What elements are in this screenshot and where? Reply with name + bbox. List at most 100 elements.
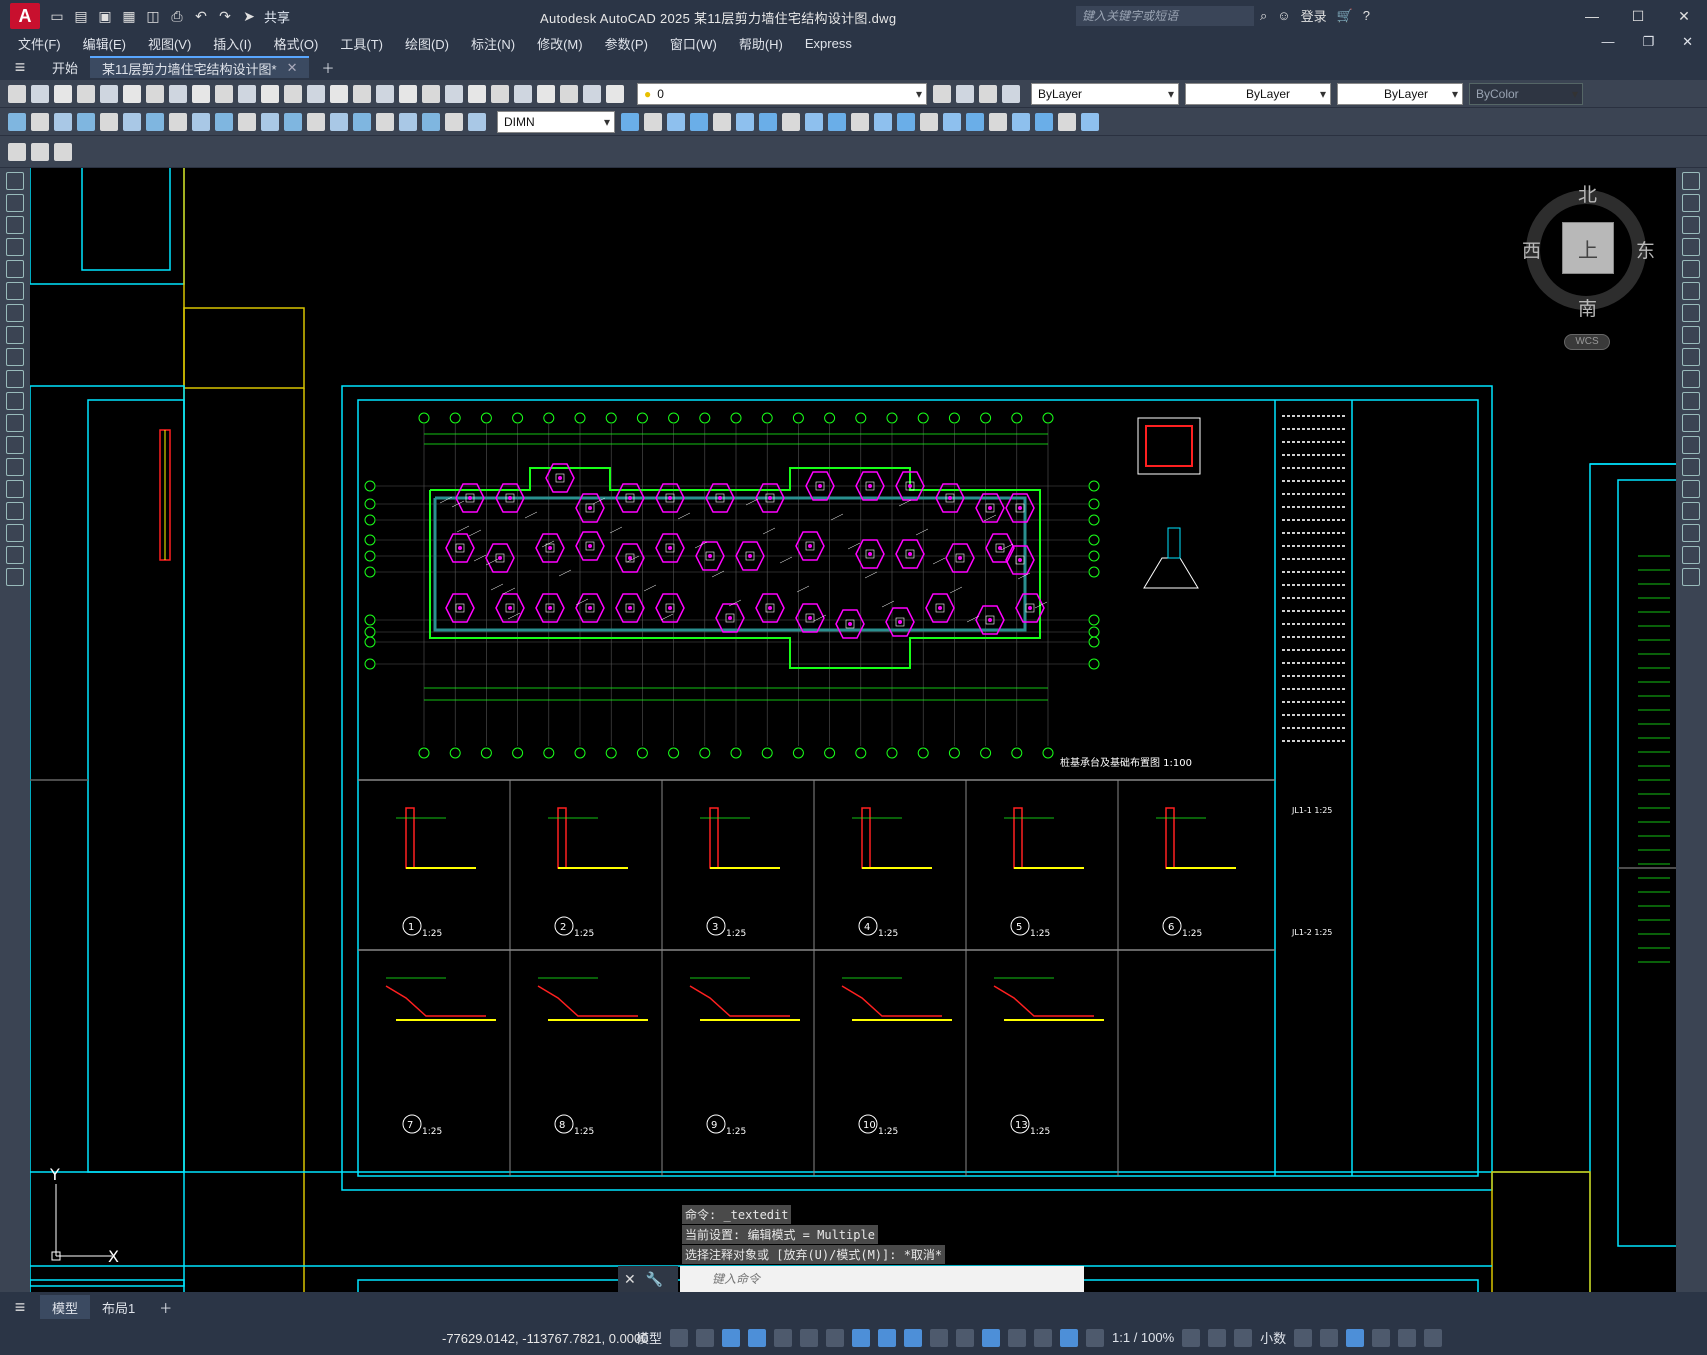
menu-hamburger-icon[interactable]: ≡ — [0, 57, 40, 78]
toolbar-tool-icon[interactable] — [1081, 112, 1099, 131]
toolbar-tool-icon[interactable] — [874, 112, 892, 131]
open-file-icon[interactable]: ▤ — [72, 7, 90, 25]
modify-tool-icon[interactable] — [1682, 458, 1700, 476]
toolbar-tool-icon[interactable] — [782, 112, 800, 131]
draw-tool-icon[interactable] — [6, 304, 24, 322]
toolbar-tool-icon[interactable] — [376, 84, 394, 103]
customize-icon[interactable]: 🔧 — [646, 1271, 663, 1288]
viewcube-north[interactable]: 北 — [1578, 180, 1597, 207]
modify-tool-icon[interactable] — [1682, 238, 1700, 256]
toolbar-tool-icon[interactable] — [920, 112, 938, 131]
viewcube-east[interactable]: 东 — [1636, 236, 1655, 263]
doc-close-icon[interactable]: ✕ — [1682, 34, 1693, 50]
annotation-visibility-icon[interactable] — [1060, 1328, 1079, 1347]
toolbar-tool-icon[interactable] — [897, 112, 915, 131]
coordinate-readout[interactable]: -77629.0142, -113767.7821, 0.0000 — [442, 1331, 649, 1346]
toolbar-tool-icon[interactable] — [353, 84, 371, 103]
color-dropdown[interactable]: ByLayer — [1031, 82, 1179, 105]
modify-tool-icon[interactable] — [1682, 348, 1700, 366]
toolbar-tool-icon[interactable] — [583, 84, 601, 103]
field-icon[interactable] — [54, 142, 72, 161]
isodraft-icon[interactable] — [800, 1328, 819, 1347]
attribute-icon[interactable] — [31, 142, 49, 161]
draw-tool-icon[interactable] — [6, 414, 24, 432]
modify-tool-icon[interactable] — [1682, 436, 1700, 454]
modify-tool-icon[interactable] — [1682, 282, 1700, 300]
isolate-objects-icon[interactable] — [1346, 1328, 1365, 1347]
redo-icon[interactable]: ↷ — [216, 7, 234, 25]
toolbar-tool-icon[interactable] — [933, 84, 951, 103]
modify-tool-icon[interactable] — [1682, 524, 1700, 542]
toolbar-tool-icon[interactable] — [399, 84, 417, 103]
toolbar-tool-icon[interactable] — [261, 84, 279, 103]
close-command-icon[interactable]: ✕ — [624, 1271, 636, 1288]
toolbar-tool-icon[interactable] — [330, 84, 348, 103]
toolbar-tool-icon[interactable] — [468, 112, 486, 131]
menu-draw[interactable]: 绘图(D) — [405, 34, 449, 53]
search-icon[interactable]: ⌕ — [1260, 8, 1267, 24]
clean-screen-icon[interactable] — [1398, 1328, 1417, 1347]
menu-express[interactable]: Express — [805, 36, 852, 51]
toolbar-tool-icon[interactable] — [805, 112, 823, 131]
toolbar-tool-icon[interactable] — [146, 84, 164, 103]
annotation-scale[interactable]: 1:1 / 100% — [1112, 1330, 1174, 1345]
modify-tool-icon[interactable] — [1682, 216, 1700, 234]
polar-tracking-icon[interactable] — [774, 1328, 793, 1347]
toolbar-tool-icon[interactable] — [851, 112, 869, 131]
toolbar-tool-icon[interactable] — [169, 112, 187, 131]
draw-tool-icon[interactable] — [6, 546, 24, 564]
draw-tool-icon[interactable] — [6, 436, 24, 454]
menu-parametric[interactable]: 参数(P) — [605, 34, 648, 53]
toolbar-tool-icon[interactable] — [376, 112, 394, 131]
layer-dropdown[interactable]: ● 0 — [637, 82, 927, 105]
object-snap-icon[interactable] — [852, 1328, 871, 1347]
doc-minimize-icon[interactable]: — — [1601, 34, 1614, 50]
toolbar-tool-icon[interactable] — [353, 112, 371, 131]
menu-dimension[interactable]: 标注(N) — [471, 34, 515, 53]
menu-file[interactable]: 文件(F) — [18, 34, 61, 53]
cart-icon[interactable]: 🛒 — [1337, 8, 1353, 24]
toolbar-tool-icon[interactable] — [1012, 112, 1030, 131]
toolbar-tool-icon[interactable] — [422, 112, 440, 131]
gizmo-icon[interactable] — [1034, 1328, 1053, 1347]
layout-menu-icon[interactable]: ≡ — [0, 1297, 40, 1318]
snap-icon[interactable] — [696, 1328, 715, 1347]
modify-tool-icon[interactable] — [1682, 546, 1700, 564]
maximize-icon[interactable]: ☐ — [1615, 0, 1661, 32]
ortho-icon[interactable] — [748, 1328, 767, 1347]
viewcube-west[interactable]: 西 — [1522, 236, 1541, 263]
toolbar-tool-icon[interactable] — [215, 84, 233, 103]
draw-tool-icon[interactable] — [6, 172, 24, 190]
modify-tool-icon[interactable] — [1682, 392, 1700, 410]
text-edit-icon[interactable] — [8, 142, 26, 161]
toolbar-tool-icon[interactable] — [445, 84, 463, 103]
toolbar-tool-icon[interactable] — [192, 112, 210, 131]
lock-ui-icon[interactable] — [1320, 1328, 1339, 1347]
draw-tool-icon[interactable] — [6, 480, 24, 498]
units-dropdown[interactable]: 小数 — [1260, 1328, 1286, 1347]
customization-icon[interactable] — [1424, 1328, 1443, 1347]
toolbar-tool-icon[interactable] — [284, 84, 302, 103]
toolbar-tool-icon[interactable] — [713, 112, 731, 131]
draw-tool-icon[interactable] — [6, 260, 24, 278]
toolbar-tool-icon[interactable] — [468, 84, 486, 103]
new-file-icon[interactable]: ▭ — [48, 7, 66, 25]
toolbar-tool-icon[interactable] — [759, 112, 777, 131]
menu-format[interactable]: 格式(O) — [274, 34, 319, 53]
search-input[interactable]: 键入关键字或短语 — [1076, 6, 1254, 26]
toolbar-tool-icon[interactable] — [100, 112, 118, 131]
toolbar-tool-icon[interactable] — [828, 112, 846, 131]
modify-tool-icon[interactable] — [1682, 370, 1700, 388]
modify-tool-icon[interactable] — [1682, 194, 1700, 212]
draw-tool-icon[interactable] — [6, 282, 24, 300]
draw-tool-icon[interactable] — [6, 370, 24, 388]
add-layout-button[interactable]: ＋ — [147, 1295, 184, 1319]
toolbar-tool-icon[interactable] — [445, 112, 463, 131]
doc-restore-icon[interactable]: ❐ — [1642, 34, 1654, 50]
tab-close-icon[interactable]: ✕ — [287, 60, 298, 76]
graphics-performance-icon[interactable] — [1372, 1328, 1391, 1347]
toolbar-tool-icon[interactable] — [261, 112, 279, 131]
draw-tool-icon[interactable] — [6, 502, 24, 520]
auto-scale-icon[interactable] — [1086, 1328, 1105, 1347]
modify-tool-icon[interactable] — [1682, 414, 1700, 432]
